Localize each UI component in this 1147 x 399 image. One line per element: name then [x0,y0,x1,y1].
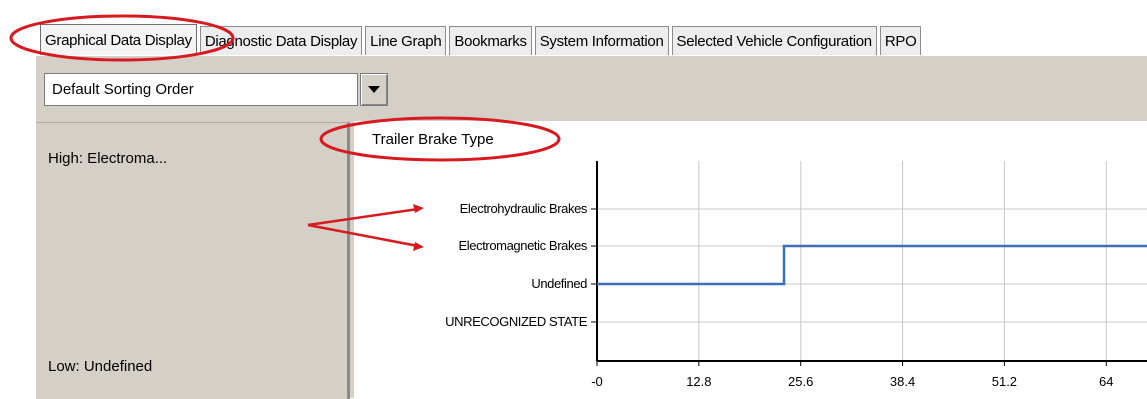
tab-system-information[interactable]: System Information [534,26,669,55]
tab-bar: Graphical Data Display Diagnostic Data D… [40,24,924,55]
tab-selected-vehicle-configuration[interactable]: Selected Vehicle Configuration [671,26,877,55]
y-tick-label: UNRECOGNIZED STATE [445,314,588,329]
x-tick-label: -0 [591,374,603,389]
series-line [597,244,1147,286]
low-value-label: Low: Undefined [48,358,153,375]
graph-area: Trailer Brake Type UNRECOGNIZED STATE Und… [354,121,1147,398]
y-tick-label: Undefined [531,276,587,291]
x-tick-label: 51.2 [992,374,1017,389]
sort-order-dropdown[interactable]: Default Sorting Order [44,73,388,106]
x-tick-label: 64 [1099,374,1113,389]
tab-graphical-data-display[interactable]: Graphical Data Display [40,24,197,55]
x-tick-label: 25.6 [788,374,813,389]
dropdown-button[interactable] [360,73,388,106]
y-tick-label: Electrohydraulic Brakes [460,201,588,216]
tab-rpo[interactable]: RPO [879,26,922,55]
tab-bookmarks[interactable]: Bookmarks [449,26,532,55]
tab-diagnostic-data-display[interactable]: Diagnostic Data Display [199,26,363,55]
chevron-down-icon [368,85,380,93]
tab-line-graph[interactable]: Line Graph [365,26,447,55]
x-tick-label: 12.8 [686,374,711,389]
y-tick-label: Electromagnetic Brakes [459,238,588,253]
line-chart: UNRECOGNIZED STATE Undefined Electromagnet… [445,161,1147,389]
sort-order-value[interactable]: Default Sorting Order [44,73,358,106]
high-value-label: High: Electroma... [48,150,168,167]
value-range-box: High: Electroma... Low: Undefined [36,122,350,399]
x-tick-label: 38.4 [890,374,915,389]
